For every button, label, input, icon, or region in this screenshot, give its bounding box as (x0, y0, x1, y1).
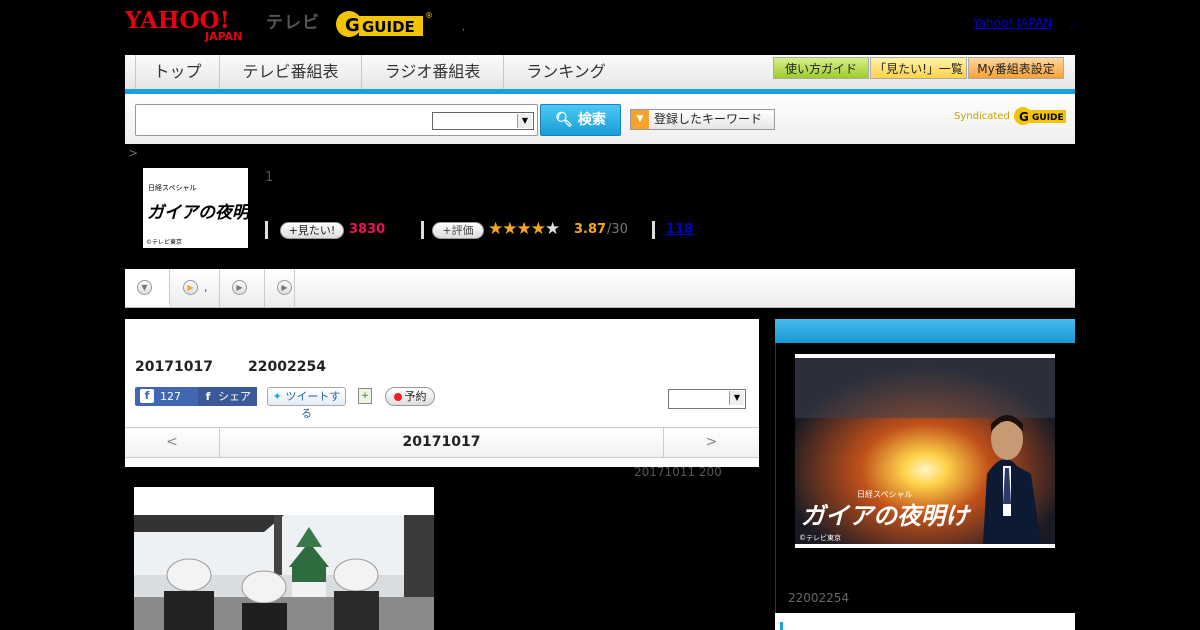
like-count: 127 (160, 390, 181, 403)
episode-select[interactable]: ▼ (668, 389, 746, 409)
thumb-credit: ©テレビ東京 (146, 238, 182, 246)
visual-credit: ©テレビ東京 (799, 533, 841, 542)
tab-label: , (204, 281, 208, 294)
play-icon: ▶ (277, 280, 292, 295)
tv-label: テレビ (266, 13, 320, 33)
share-label: シェア (218, 390, 251, 403)
syndicated-badge: Syndicated G GUIDE (954, 105, 1067, 127)
previous-episode-button[interactable]: < (125, 428, 220, 457)
side-bottom-accent (780, 622, 783, 630)
chevron-down-icon: ▼ (517, 114, 532, 128)
reserve-label: 予約 (404, 390, 427, 403)
rate-label: 評価 (451, 224, 474, 237)
want-to-watch-button[interactable]: +見たい! (280, 222, 344, 239)
reserve-button[interactable]: 予約 (385, 387, 435, 406)
want-list-button[interactable]: 「見たい!」一覧 (870, 57, 967, 79)
program-thumbnail[interactable]: 日経スペシャル ガイアの夜明け ©テレビ東京 (143, 168, 248, 248)
episode-id: 22002254 (248, 359, 326, 375)
saved-keywords-button[interactable]: ▼ 登録したキーワード (630, 109, 775, 130)
episode-panel: 20171017 22002254 f 127 f シェア ✦ ツイートする + 予… (125, 319, 759, 467)
search-icon: 🔍︎ (555, 112, 573, 128)
gguide-logo[interactable]: G GUIDE ® (335, 6, 435, 42)
plus-icon: + (288, 224, 298, 237)
thumb-title: ガイアの夜明け (147, 203, 248, 223)
tab-overview[interactable]: ▼ (125, 269, 170, 307)
japan-logo-text: JAPAN (204, 30, 242, 42)
nav-tab-top[interactable]: トップ (135, 55, 219, 89)
yahoo-japan-logo[interactable]: YAHOO! JAPAN (124, 6, 262, 43)
svg-text:G: G (1019, 110, 1029, 124)
thumb-caption: 日経スペシャル (148, 183, 197, 192)
separator (265, 221, 268, 239)
global-nav: トップ テレビ番組表 ラジオ番組表 ランキング 使い方ガイド 「見たい!」一覧 … (125, 55, 1075, 94)
side-panel-header (775, 319, 1075, 343)
episode-nav-title: 20171017 (402, 434, 481, 450)
star-icon: ★ (516, 219, 532, 239)
search-button[interactable]: 🔍︎ 検索 (540, 104, 621, 136)
star-empty-icon: ★ (545, 219, 560, 239)
separator (652, 221, 655, 239)
rating-value: 3.87 (574, 222, 607, 237)
side-bottom-box (775, 613, 1075, 630)
saved-keywords-label: 登録したキーワード (654, 112, 763, 126)
next-episode-button[interactable]: > (663, 428, 759, 457)
facebook-icon: f (140, 389, 154, 403)
tweet-button[interactable]: ✦ ツイートする (267, 387, 346, 420)
facebook-icon: f (205, 390, 211, 403)
my-listings-settings-button[interactable]: My番組表設定 (968, 57, 1064, 79)
review-count-link[interactable]: 118 (666, 222, 693, 237)
program-tabs: ▼ ▶ , ▶ ▶ (125, 269, 1075, 308)
want-label: 見たい! (297, 224, 336, 237)
search-category-select[interactable]: ▼ (432, 112, 534, 130)
rating-stars: ★★★★★ (488, 219, 560, 239)
broadcast-info: 20171011 200 (634, 465, 722, 479)
facebook-share-button[interactable]: f シェア (198, 387, 257, 406)
bookmark-icon[interactable]: + (358, 388, 372, 404)
yahoo-japan-link-dot: , (1070, 16, 1074, 30)
visual-caption: 日経スペシャル (857, 489, 912, 499)
program-key-visual[interactable]: 日経スペシャル ガイアの夜明け ©テレビ東京 (795, 354, 1055, 548)
program-number: 1 (265, 170, 274, 185)
play-icon: ▶ (183, 280, 198, 295)
star-icon: ★ (502, 219, 517, 239)
play-icon: ▶ (232, 280, 247, 295)
rate-button[interactable]: +評価 (432, 222, 484, 239)
twitter-icon: ✦ (272, 390, 282, 403)
tab-reviews[interactable]: ▶ (220, 269, 265, 307)
gguide-logo-text: GUIDE (362, 18, 415, 36)
star-icon: ★ (488, 219, 503, 239)
search-button-label: 検索 (577, 112, 606, 128)
chevron-down-icon: ▼ (729, 391, 744, 405)
tab-episodes[interactable]: ▶ , (170, 269, 220, 307)
yahoo-japan-link[interactable]: Yahoo! JAPAN (973, 16, 1052, 30)
episode-photo (134, 487, 434, 630)
search-area: ▼ 🔍︎ 検索 ▼ 登録したキーワード Syndicated G GUIDE (125, 94, 1075, 144)
chevron-down-icon: ▼ (137, 280, 152, 295)
tab-more[interactable]: ▶ (265, 269, 295, 307)
breadcrumb: > (128, 146, 139, 160)
gguide-badge-icon: G GUIDE (1014, 107, 1066, 125)
gguide-badge-text: GUIDE (1032, 113, 1064, 123)
nav-tab-radio-listings[interactable]: ラジオ番組表 (361, 55, 503, 89)
side-program-id: 22002254 (788, 591, 850, 605)
chevron-down-icon: ▼ (631, 110, 649, 129)
svg-text:®: ® (425, 11, 433, 20)
syndicated-label: Syndicated (954, 111, 1010, 122)
episode-navigation: < 20171017 > (125, 427, 759, 458)
plus-icon: + (442, 224, 452, 237)
want-count: 3830 (349, 222, 386, 237)
rating-total: /30 (607, 222, 628, 237)
header-dot: , (462, 22, 466, 33)
nav-tab-tv-listings[interactable]: テレビ番組表 (219, 55, 361, 89)
svg-text:G: G (345, 15, 360, 36)
star-half-icon: ★ (530, 219, 546, 239)
visual-title: ガイアの夜明け (801, 501, 972, 530)
separator (421, 221, 424, 239)
episode-date: 20171017 (135, 359, 213, 375)
record-icon (393, 393, 402, 401)
nav-tab-ranking[interactable]: ランキング (503, 55, 628, 89)
usage-guide-button[interactable]: 使い方ガイド (773, 57, 869, 79)
tweet-label: ツイートする (285, 390, 341, 420)
